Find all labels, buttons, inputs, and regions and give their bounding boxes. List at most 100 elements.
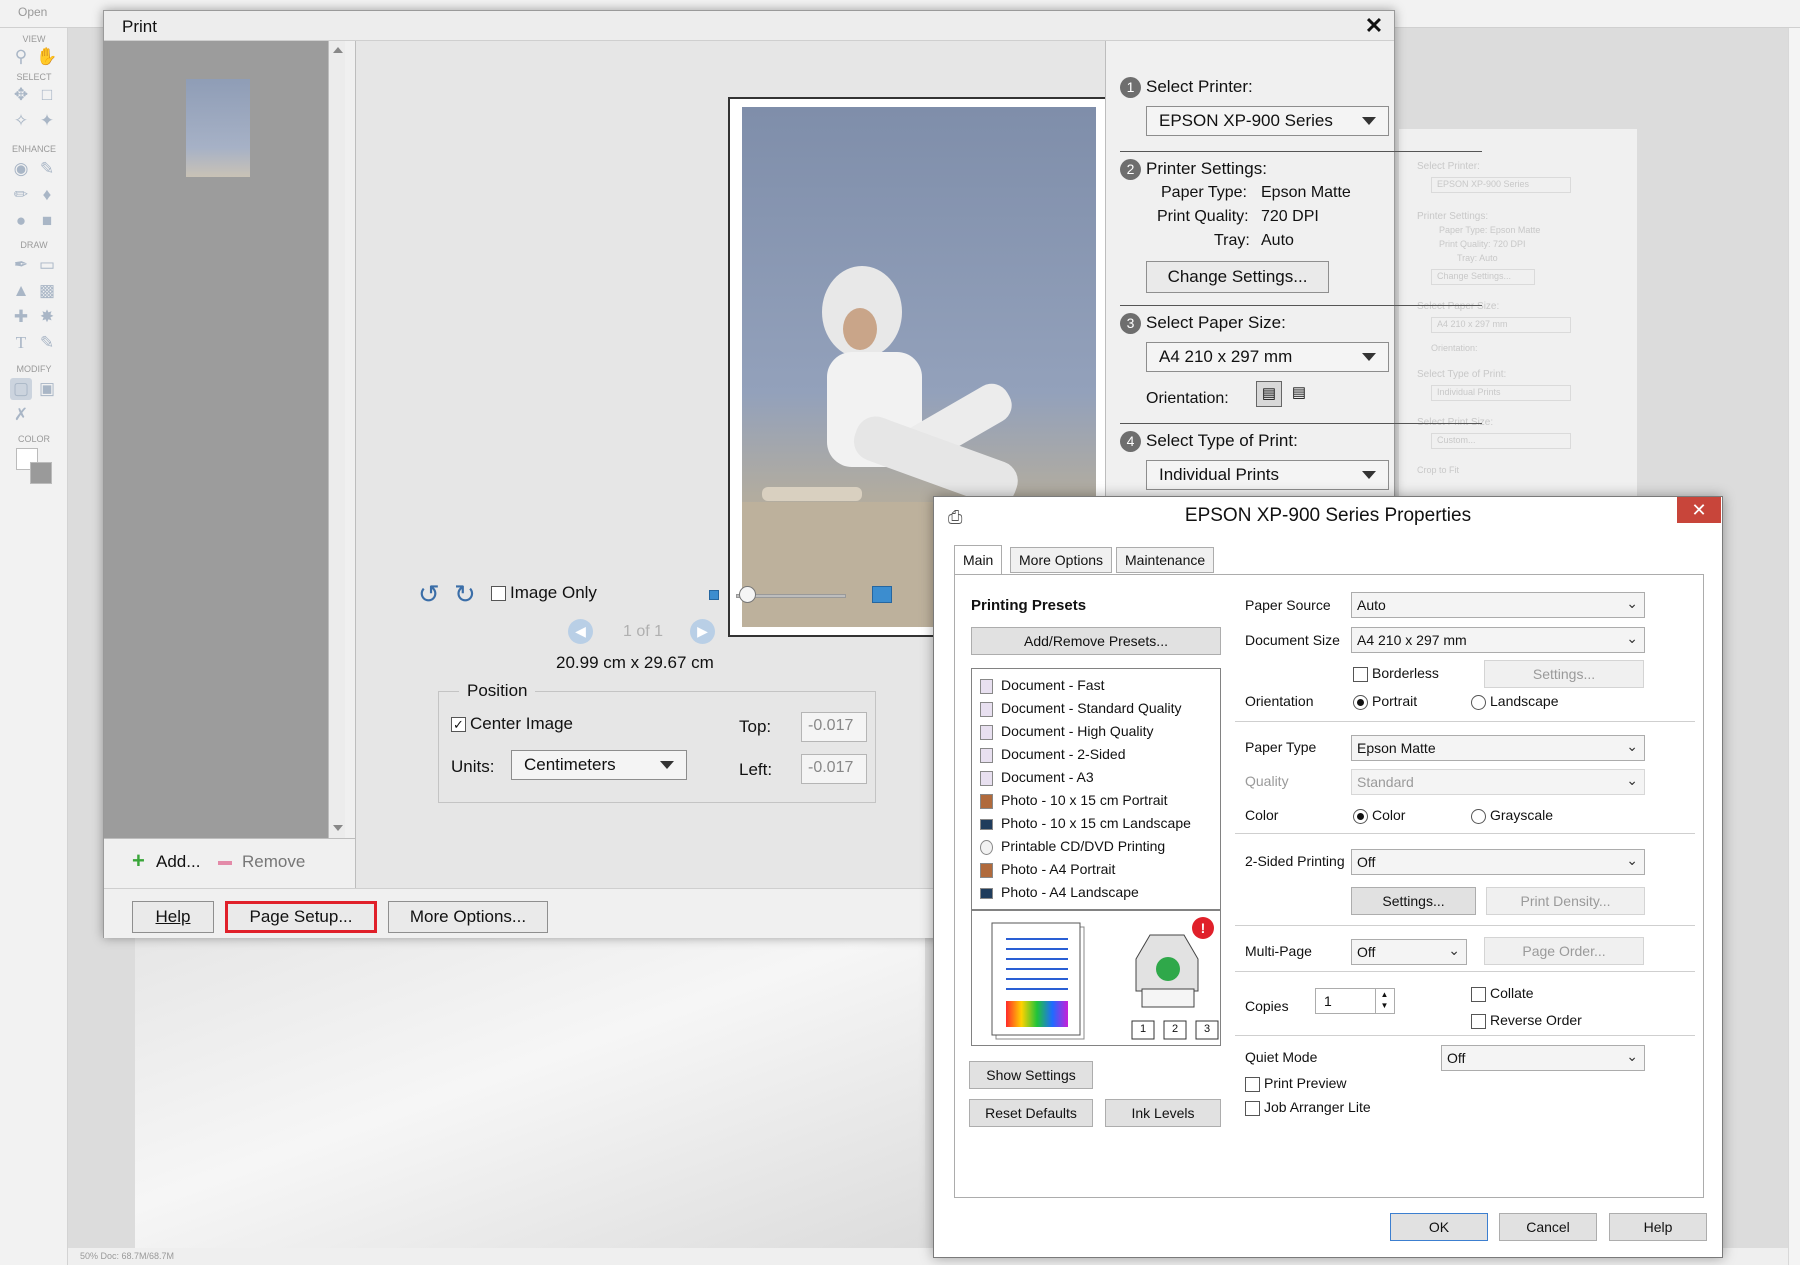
units-select[interactable]: Centimeters	[511, 750, 687, 780]
document-size-select[interactable]: A4 210 x 297 mm ⌄	[1351, 627, 1645, 653]
close-icon[interactable]: ✕	[1359, 13, 1389, 39]
previous-page-icon[interactable]: ◀	[568, 619, 593, 644]
open-menu[interactable]: Open	[18, 5, 47, 19]
color-radio[interactable]: Color	[1353, 807, 1405, 824]
hand-tool-icon[interactable]: ✋	[36, 46, 58, 68]
paper-source-select[interactable]: Auto ⌄	[1351, 592, 1645, 618]
change-settings-button[interactable]: Change Settings...	[1146, 261, 1329, 293]
list-item[interactable]: Document - High Quality	[980, 723, 1154, 740]
remove-photo-button[interactable]: Remove	[242, 852, 305, 872]
remove-icon[interactable]	[218, 861, 232, 865]
list-item[interactable]: Photo - A4 Landscape	[980, 884, 1139, 900]
pencil-tool-icon[interactable]: ✎	[36, 332, 58, 354]
copies-stepper-icon[interactable]: ▲ ▼	[1375, 989, 1393, 1013]
two-sided-select[interactable]: Off ⌄	[1351, 849, 1645, 875]
sponge-tool-icon[interactable]: ■	[36, 210, 58, 232]
zoom-out-icon[interactable]	[709, 590, 719, 600]
smart-brush-icon[interactable]: ✏	[10, 184, 32, 206]
reverse-order-checkbox[interactable]: Reverse Order	[1471, 1012, 1582, 1029]
left-offset-field[interactable]: -0.017	[801, 754, 867, 784]
reset-defaults-button[interactable]: Reset Defaults	[969, 1099, 1093, 1127]
printer-select[interactable]: EPSON XP-900 Series	[1146, 106, 1389, 136]
quiet-mode-select[interactable]: Off ⌄	[1441, 1045, 1645, 1071]
top-offset-field[interactable]: -0.017	[801, 712, 867, 742]
marquee-tool-icon[interactable]: □	[36, 84, 58, 106]
straighten-tool-icon[interactable]: ✗	[10, 404, 32, 426]
next-page-icon[interactable]: ▶	[690, 619, 715, 644]
multi-page-select[interactable]: Off ⌄	[1351, 939, 1467, 965]
eye-tool-icon[interactable]: ◉	[10, 158, 32, 180]
list-item[interactable]: Photo - A4 Portrait	[980, 861, 1115, 878]
center-image-checkbox[interactable]: ✓ Center Image	[451, 714, 573, 734]
blur-tool-icon[interactable]: ●	[10, 210, 32, 232]
shape-tool-icon[interactable]: ✸	[36, 306, 58, 328]
cancel-button[interactable]: Cancel	[1499, 1213, 1597, 1241]
help-button[interactable]: Help	[1609, 1213, 1707, 1241]
rotate-left-icon[interactable]: ↺	[418, 579, 440, 610]
landscape-orientation-icon[interactable]: ▤	[1286, 381, 1312, 407]
grayscale-radio[interactable]: Grayscale	[1471, 807, 1553, 824]
quality-select[interactable]: Standard ⌄	[1351, 769, 1645, 795]
zoom-in-icon[interactable]	[872, 586, 892, 603]
type-tool-icon[interactable]: T	[10, 332, 32, 354]
list-item[interactable]: Photo - 10 x 15 cm Landscape	[980, 815, 1191, 831]
tab-main[interactable]: Main	[954, 545, 1003, 575]
page-setup-button[interactable]: Page Setup...	[225, 901, 377, 933]
scroll-down-icon[interactable]	[333, 825, 343, 831]
tab-maintenance[interactable]: Maintenance	[1116, 547, 1215, 573]
close-icon[interactable]: ✕	[1677, 497, 1721, 523]
add-photo-button[interactable]: Add...	[156, 852, 200, 872]
portrait-orientation-icon[interactable]: ▤	[1256, 381, 1282, 407]
brush-tool-icon[interactable]: ✒	[10, 254, 32, 276]
crop-tool-icon[interactable]: ▢	[10, 378, 32, 400]
move-tool-icon[interactable]: ✥	[10, 84, 32, 106]
rotate-right-icon[interactable]: ↻	[454, 579, 476, 610]
list-item[interactable]: Document - Standard Quality	[980, 700, 1182, 717]
list-item[interactable]: Document - A3	[980, 769, 1094, 786]
gradient-tool-icon[interactable]: ▩	[36, 280, 58, 302]
ink-levels-button[interactable]: Ink Levels	[1105, 1099, 1221, 1127]
add-remove-presets-button[interactable]: Add/Remove Presets...	[971, 627, 1221, 655]
recompose-tool-icon[interactable]: ▣	[36, 378, 58, 400]
zoom-tool-icon[interactable]: ⚲	[10, 46, 32, 68]
list-item[interactable]: Printable CD/DVD Printing	[980, 838, 1165, 855]
lasso-tool-icon[interactable]: ✧	[10, 110, 32, 132]
add-icon[interactable]: +	[132, 850, 145, 872]
page-order-button[interactable]: Page Order...	[1484, 937, 1644, 965]
print-quality-label: Print Quality:	[1157, 208, 1249, 225]
scroll-up-icon[interactable]	[333, 47, 343, 53]
tab-more-options[interactable]: More Options	[1010, 547, 1113, 573]
print-type-select[interactable]: Individual Prints	[1146, 460, 1389, 490]
borderless-checkbox[interactable]: Borderless	[1353, 665, 1439, 682]
ok-button[interactable]: OK	[1390, 1213, 1488, 1241]
thumbnail-scrollbar[interactable]	[328, 41, 345, 838]
paper-type-select[interactable]: Epson Matte ⌄	[1351, 735, 1645, 761]
landscape-radio[interactable]: Landscape	[1471, 693, 1559, 710]
borderless-settings-button[interactable]: Settings...	[1484, 660, 1644, 688]
clone-stamp-icon[interactable]: ♦	[36, 184, 58, 206]
list-item[interactable]: Document - 2-Sided	[980, 746, 1126, 763]
help-button[interactable]: Help	[132, 901, 214, 933]
two-sided-settings-button[interactable]: Settings...	[1351, 887, 1476, 915]
canvas-scrollbar[interactable]	[1788, 28, 1800, 1265]
more-options-button[interactable]: More Options...	[388, 901, 548, 933]
zoom-slider-thumb[interactable]	[739, 586, 756, 603]
photo-thumbnail[interactable]	[186, 79, 250, 177]
magic-wand-icon[interactable]: ✦	[36, 110, 58, 132]
paper-size-select[interactable]: A4 210 x 297 mm	[1146, 342, 1389, 372]
print-preview-checkbox[interactable]: Print Preview	[1245, 1075, 1346, 1092]
eyedropper-icon[interactable]: ✚	[10, 306, 32, 328]
paint-bucket-icon[interactable]: ▲	[10, 280, 32, 302]
show-settings-button[interactable]: Show Settings	[969, 1061, 1093, 1089]
eraser-tool-icon[interactable]: ▭	[36, 254, 58, 276]
collate-checkbox[interactable]: Collate	[1471, 985, 1534, 1002]
image-only-checkbox[interactable]: Image Only	[491, 583, 597, 603]
job-arranger-checkbox[interactable]: Job Arranger Lite	[1245, 1099, 1371, 1116]
portrait-radio[interactable]: Portrait	[1353, 693, 1417, 710]
list-item[interactable]: Document - Fast	[980, 677, 1104, 694]
list-item[interactable]: Photo - 10 x 15 cm Portrait	[980, 792, 1168, 809]
left-label: Left:	[739, 760, 773, 779]
spot-heal-icon[interactable]: ✎	[36, 158, 58, 180]
background-color-swatch[interactable]	[30, 462, 52, 484]
print-density-button[interactable]: Print Density...	[1486, 887, 1645, 915]
